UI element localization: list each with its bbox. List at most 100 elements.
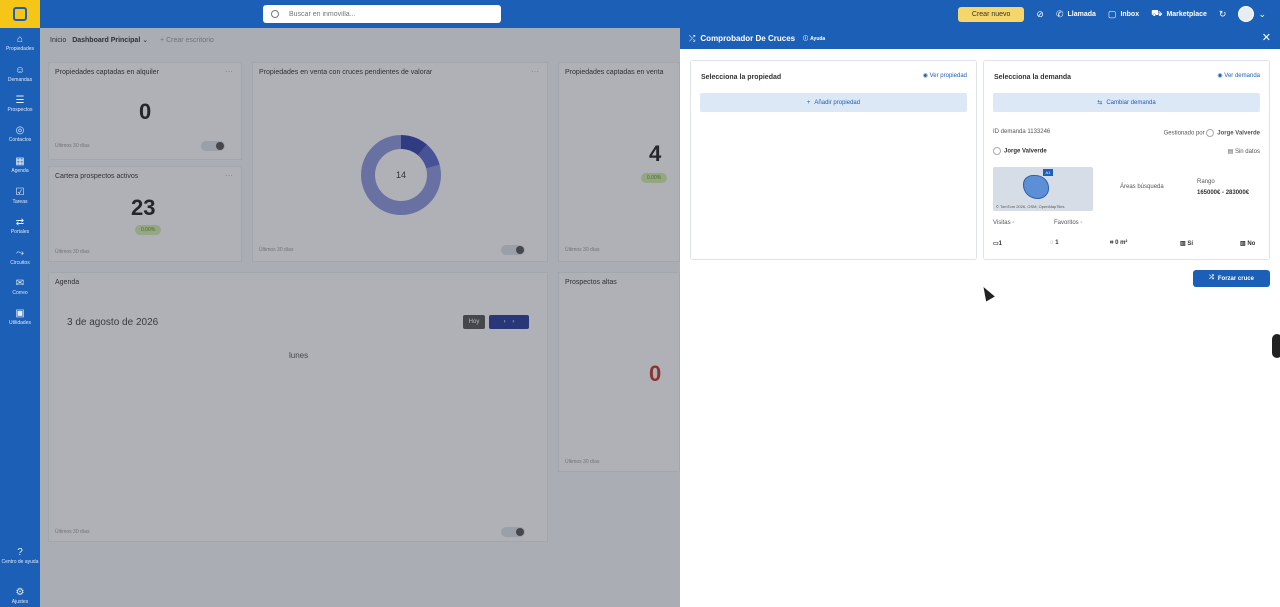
no-data-label: Sin datos: [1234, 149, 1260, 155]
favorites-label: Favoritos: [1054, 220, 1079, 226]
refresh-icon: ↻: [1218, 8, 1227, 19]
cross-checker-drawer: ⤮ Comprobador De Cruces ⓘ Ayuda ✕ Selecci…: [680, 28, 1280, 607]
search-input[interactable]: [289, 10, 489, 18]
circuits-icon: ⤳: [16, 248, 24, 259]
demand-id-value: 1133246: [1027, 129, 1051, 135]
donut-chart: 14: [361, 135, 441, 215]
top-actions: Crear nuevo ⊘ ✆ Llamada ▢ Inbox ⛟ Marketpla…: [957, 0, 1266, 28]
sidebar-item-tools[interactable]: ▣ Utilidades: [0, 308, 40, 326]
overlay-backdrop[interactable]: [40, 28, 680, 607]
document-icon: ▤: [1227, 149, 1234, 155]
sidebar-item-properties[interactable]: ⌂ Propiedades: [0, 34, 40, 52]
feature-two-value: No: [1247, 241, 1256, 247]
area: ⌗ 0 m²: [1110, 240, 1127, 247]
sidebar-item-label: Propiedades: [5, 46, 35, 52]
shuffle-icon: ⤮: [1209, 275, 1214, 281]
sidebar-item-label: Demandas: [7, 77, 33, 83]
visibility-toggle[interactable]: ⊘: [1036, 9, 1044, 20]
client-name[interactable]: Jorge Valverde: [993, 147, 1047, 155]
range-label: Rango: [1197, 179, 1215, 185]
drawer-title: Comprobador De Cruces: [700, 34, 796, 43]
panel-title: Selecciona la propiedad: [701, 74, 782, 81]
sidebar-item-contacts[interactable]: ◎ Contactos: [0, 125, 40, 143]
cart-icon: ⛟: [1151, 8, 1163, 18]
sidebar-item-label: Circuitos: [10, 260, 30, 266]
search-box[interactable]: [263, 5, 501, 23]
donut-value: 14: [395, 170, 406, 180]
add-property-button[interactable]: + Añadir propiedad: [700, 93, 967, 112]
managed-by-label: Gestionado por: [1163, 130, 1205, 137]
lift-icon: ▥: [1180, 241, 1186, 247]
close-icon[interactable]: ✕: [1262, 32, 1271, 44]
tools-icon: ▣: [15, 308, 25, 319]
view-property-label: Ver propiedad: [929, 73, 967, 79]
tasks-icon: ☑: [15, 187, 25, 198]
visits-label: Visitas: [993, 220, 1011, 226]
search-area-map[interactable]: A1 © TomTom 2026, OSM, OpenMapTiles: [993, 167, 1093, 211]
demand-panel: Selecciona la demanda ◉ Ver demanda ⇆ Cam…: [983, 60, 1270, 260]
sidebar-item-tasks[interactable]: ☑ Tareas: [0, 187, 40, 205]
sidebar-item-settings[interactable]: ⚙ Ajustes: [0, 587, 40, 605]
view-property-link[interactable]: ◉ Ver propiedad: [923, 72, 967, 79]
sidebar-item-prospects[interactable]: ☰ Prospectos: [0, 95, 40, 113]
eye-icon: ◉: [922, 73, 928, 79]
managed-by-value: Jorge Valverde: [1217, 130, 1260, 137]
call-button[interactable]: ✆ Llamada: [1056, 9, 1096, 20]
sidebar-item-label: Tareas: [12, 199, 28, 205]
sidebar-item-label: Contactos: [8, 137, 32, 143]
sidebar-item-label: Centro de ayuda: [1, 559, 39, 565]
phone-icon: ✆: [1055, 8, 1064, 19]
calendar-icon: ▦: [15, 156, 25, 167]
range-value: 165000€ - 283000€: [1197, 190, 1250, 196]
side-tab-handle[interactable]: [1272, 334, 1280, 358]
contact-icon: ◎: [15, 125, 25, 136]
logo[interactable]: [0, 0, 40, 28]
drawer-header: ⤮ Comprobador De Cruces ⓘ Ayuda ✕: [680, 28, 1280, 49]
sidebar-item-circuits[interactable]: ⤳ Circuitos: [0, 248, 40, 266]
home-icon: ⌂: [16, 34, 24, 45]
sidebar-item-label: Ajustes: [11, 599, 29, 605]
feature-one-value: Sí: [1187, 241, 1194, 247]
view-demand-link[interactable]: ◉ Ver demanda: [1217, 72, 1260, 79]
sidebar-item-portals[interactable]: ⇄ Portales: [0, 217, 40, 235]
plus-icon: +: [806, 99, 811, 106]
inbox-button[interactable]: ▢ Inbox: [1108, 9, 1139, 20]
demand-id-label: ID demanda: [993, 129, 1026, 135]
bath-icon: ◌: [1050, 240, 1054, 246]
avatar: [1238, 6, 1255, 22]
search-areas-label: Áreas búsqueda: [1120, 184, 1164, 190]
client-name-label: Jorge Valverde: [1004, 148, 1047, 155]
force-cross-label: Forzar cruce: [1217, 275, 1254, 282]
add-property-label: Añadir propiedad: [814, 99, 861, 106]
sidebar-item-demands[interactable]: ☺ Demandas: [0, 65, 40, 83]
baths-value: 1: [1055, 240, 1059, 246]
no-data: ▤ Sin datos: [1228, 148, 1260, 155]
sidebar-item-label: Utilidades: [9, 320, 31, 326]
info-icon: ◦: [1012, 220, 1015, 226]
marketplace-label: Marketplace: [1166, 10, 1207, 18]
garage-icon: ▥: [1240, 241, 1246, 247]
help-link[interactable]: ⓘ Ayuda: [803, 35, 825, 43]
logo-icon: [13, 7, 27, 21]
app: Crear nuevo ⊘ ✆Llamada ▢Inbox ⛟Marketpla…: [0, 0, 1280, 607]
user-icon: [993, 147, 1001, 155]
shuffle-icon: ⤮: [689, 33, 696, 43]
chat-icon: ▢: [1107, 8, 1117, 19]
eye-icon: ◉: [1217, 73, 1223, 79]
eye-off-icon: ⊘: [1036, 8, 1044, 19]
sidebar-item-mail[interactable]: ✉ Correo: [0, 278, 40, 296]
sidebar-item-help-center[interactable]: ? Centro de ayuda: [0, 547, 40, 565]
change-demand-button[interactable]: ⇆ Cambiar demanda: [993, 93, 1260, 112]
user-icon: [1206, 129, 1215, 137]
sidebar-item-agenda[interactable]: ▦ Agenda: [0, 156, 40, 174]
sidebar: ⌂ Propiedades ☺ Demandas ☰ Prospectos ◎ Cont…: [0, 28, 40, 607]
panel-title: Selecciona la demanda: [994, 74, 1072, 81]
marketplace-button[interactable]: ⛟ Marketplace: [1151, 8, 1207, 20]
area-icon: ⌗: [1110, 240, 1114, 246]
force-cross-button[interactable]: ⤮ Forzar cruce: [1193, 270, 1270, 287]
user-menu[interactable]: ⌄: [1238, 6, 1266, 22]
create-new-button[interactable]: Crear nuevo: [957, 6, 1025, 22]
users-icon: ☺: [14, 65, 26, 76]
help-icon: ⓘ: [803, 36, 809, 42]
sync-button[interactable]: ↻: [1219, 9, 1227, 20]
